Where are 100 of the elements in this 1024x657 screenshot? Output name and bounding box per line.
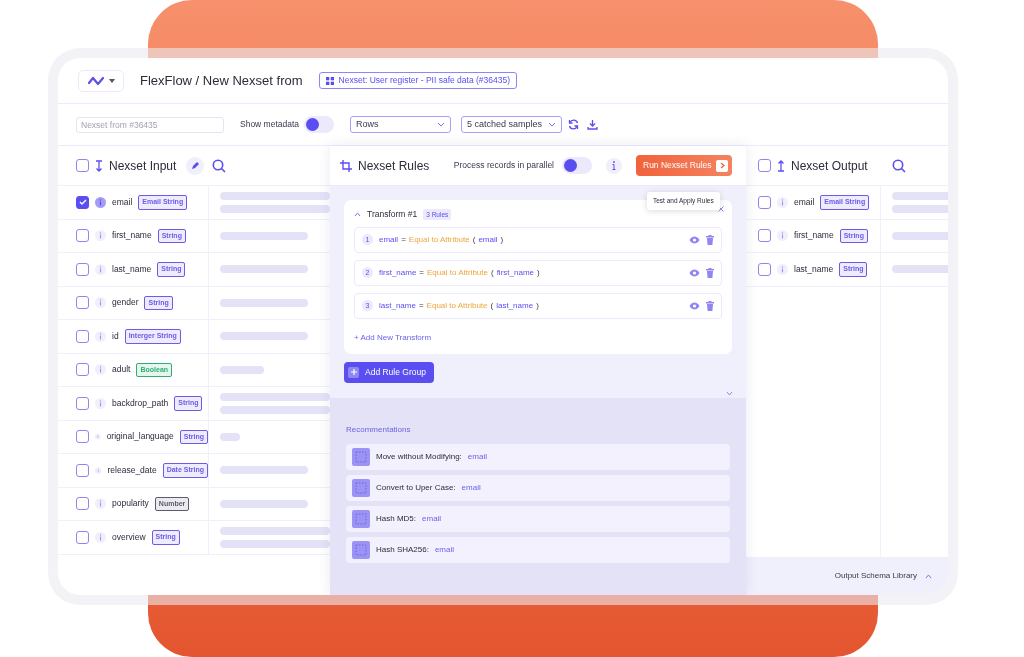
checkbox[interactable] — [758, 159, 771, 172]
close-icon — [718, 206, 724, 212]
toggle-switch[interactable] — [562, 157, 592, 174]
caret-icon — [108, 78, 115, 83]
info-icon — [95, 397, 106, 409]
field-name: id — [112, 329, 119, 343]
edit-button[interactable] — [186, 156, 205, 175]
trash-icon[interactable] — [706, 300, 714, 311]
field-name: original_language — [106, 430, 174, 444]
checkbox[interactable] — [76, 530, 89, 544]
target-field: last_name — [379, 299, 416, 312]
info-icon — [777, 263, 788, 275]
field-link: email — [461, 482, 481, 494]
checkbox[interactable] — [758, 262, 771, 276]
recommendation-text: Move without Modifying: — [376, 451, 462, 463]
paren: ) — [536, 299, 539, 312]
checkbox[interactable] — [76, 497, 89, 511]
toggle-label: Process records in parallel — [453, 159, 554, 172]
chevron-up-icon[interactable] — [354, 211, 361, 217]
arrow-down-icon — [95, 159, 103, 172]
crop-icon — [340, 159, 352, 172]
refresh-icon[interactable] — [568, 119, 580, 130]
recommendation-item[interactable]: Hash SHA256: email — [346, 537, 730, 563]
info-icon — [612, 161, 616, 170]
checkbox[interactable] — [76, 329, 89, 343]
search-icon[interactable] — [212, 158, 227, 173]
eye-icon[interactable] — [689, 235, 700, 244]
checkbox[interactable] — [76, 396, 89, 410]
eye-icon[interactable] — [689, 268, 700, 277]
chevron-down-icon — [437, 122, 446, 127]
eye-icon[interactable] — [689, 301, 700, 310]
rows-dropdown[interactable]: Rows — [350, 116, 452, 133]
checkbox[interactable] — [76, 363, 89, 377]
operator: = — [418, 299, 424, 312]
check-icon — [78, 198, 87, 207]
download-icon[interactable] — [587, 119, 599, 130]
add-transform-link[interactable]: + Add New Transform — [354, 331, 432, 344]
chevron-down-icon — [726, 391, 733, 396]
checkbox[interactable] — [758, 229, 771, 243]
recommendation-item[interactable]: Hash MD5: email — [346, 506, 730, 532]
add-rule-group-button[interactable]: Add Rule Group — [344, 361, 434, 383]
wave-logo-icon — [87, 75, 104, 86]
checkbox[interactable] — [76, 195, 89, 209]
samples-dropdown[interactable]: 5 catched samples — [461, 116, 563, 133]
field-name: last_name — [794, 262, 834, 276]
toggle-switch[interactable] — [304, 116, 335, 133]
field-link: email — [422, 513, 442, 525]
info-icon — [777, 230, 788, 242]
checkbox[interactable] — [76, 296, 89, 310]
field-name: gender — [112, 296, 139, 310]
checkbox[interactable] — [76, 430, 89, 444]
trash-icon[interactable] — [706, 234, 714, 245]
transform-title: Transform #1 — [367, 208, 418, 221]
recommendation-item[interactable]: Convert to Uper Case: email — [346, 475, 730, 501]
recommendation-text: Hash SHA256: — [376, 544, 429, 556]
field-name: adult — [112, 363, 131, 377]
argument-field: first_name — [496, 266, 534, 279]
checkbox[interactable] — [76, 262, 89, 276]
schema-library-link[interactable]: Output Schema Library — [834, 570, 917, 582]
recommendation-item[interactable]: Move without Modifying: email — [346, 444, 730, 470]
field-name: popularity — [112, 497, 149, 511]
logo-button[interactable] — [78, 69, 124, 92]
field-name: last_name — [112, 262, 152, 276]
checkbox[interactable] — [758, 195, 771, 209]
section-title: Recommentations — [346, 424, 412, 436]
skeleton-bar — [892, 231, 948, 240]
info-button[interactable] — [606, 157, 622, 174]
checkbox[interactable] — [76, 463, 89, 477]
recommendation-text: Hash MD5: — [376, 513, 416, 525]
paren: ( — [472, 233, 476, 246]
info-icon — [95, 263, 106, 275]
paren: ( — [490, 266, 494, 279]
checkbox[interactable] — [76, 159, 89, 172]
info-icon — [95, 364, 106, 376]
field-link: email — [434, 544, 455, 556]
info-icon — [95, 230, 106, 242]
trash-icon[interactable] — [706, 267, 714, 278]
skeleton-bar — [220, 365, 264, 374]
field-name: first_name — [794, 229, 834, 243]
target-field: first_name — [379, 266, 417, 279]
target-field: email — [379, 233, 399, 246]
search-icon[interactable] — [891, 158, 906, 173]
source-chip[interactable]: Nexset: User register - PII safe data (#36435) — [318, 72, 518, 89]
info-icon — [95, 464, 102, 476]
panel-title: Nexset Input — [109, 157, 177, 175]
field-name: overview — [112, 530, 146, 544]
plus-icon — [350, 369, 357, 376]
operator: = — [419, 266, 425, 279]
name-field[interactable]: Nexset from #36435 — [76, 116, 224, 133]
function-name: Equal to Attribute — [408, 233, 470, 246]
page-title: FlexFlow / New Nexset from — [140, 71, 303, 90]
info-icon — [777, 196, 788, 208]
info-icon — [95, 498, 106, 510]
paren: ) — [500, 233, 504, 246]
argument-field: email — [478, 233, 498, 246]
checkbox[interactable] — [76, 229, 89, 243]
dashed-square-icon — [352, 448, 370, 466]
arrow-up-icon — [777, 159, 785, 172]
skeleton-bar — [892, 204, 948, 213]
dashed-square-icon — [352, 541, 370, 559]
